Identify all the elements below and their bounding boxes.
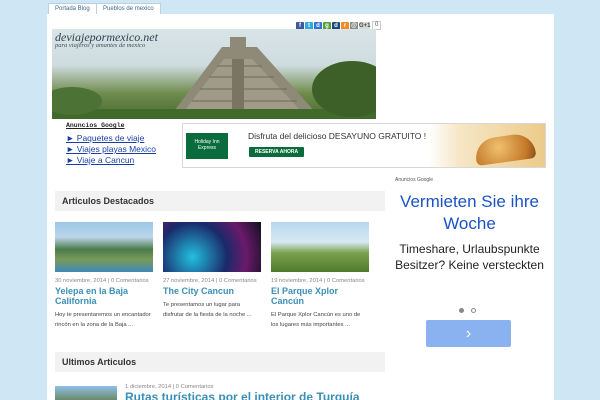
post-excerpt: El Parque Xplor Cancún es uno de los lug… bbox=[271, 311, 361, 328]
reserve-button[interactable]: RESERVA AHORA bbox=[249, 147, 305, 157]
ad-link-viaje-cancun[interactable]: ► Viaje a Cancun bbox=[66, 155, 176, 166]
header-banner[interactable]: deviajepormexico.net para viajeros y ama… bbox=[52, 29, 376, 119]
banner-ad[interactable]: Holiday Inn Express Disfruta del delicio… bbox=[182, 123, 546, 168]
post-thumbnail[interactable] bbox=[55, 222, 153, 272]
featured-card[interactable]: 27 noviembre, 2014 | 0 Comentarios The C… bbox=[163, 222, 261, 320]
post-title[interactable]: Rutas turísticas por el interior de Turq… bbox=[125, 390, 360, 400]
ad-label: Anuncios Google bbox=[395, 177, 434, 183]
carousel-dot-active[interactable] bbox=[459, 308, 464, 313]
next-button[interactable]: › bbox=[426, 320, 511, 347]
sidebar-ad-body: Timeshare, Urlaubspunkte Besitzer? Keine… bbox=[395, 242, 544, 272]
latest-post[interactable]: 1 diciembre, 2014 | 0 Comentarios Rutas … bbox=[55, 384, 385, 400]
post-title[interactable]: El Parque Xplor Cancún bbox=[271, 286, 369, 306]
post-excerpt: Te presentamos un lugar para disfrutar d… bbox=[163, 301, 252, 318]
post-thumbnail[interactable] bbox=[163, 222, 261, 272]
featured-card[interactable]: 19 noviembre, 2014 | 0 Comentarios El Pa… bbox=[271, 222, 369, 330]
post-title[interactable]: Yelepa en la Baja California bbox=[55, 286, 153, 306]
ad-links: Anuncios Google ► Paquetes de viaje ► Vi… bbox=[66, 122, 176, 166]
sidebar-ad-headline[interactable]: Vermieten Sie ihre Woche bbox=[391, 191, 548, 235]
sidebar-ad[interactable]: Anuncios Google Vermieten Sie ihre Woche… bbox=[391, 174, 548, 400]
post-meta: 27 noviembre, 2014 | 0 Comentarios bbox=[163, 278, 257, 284]
banner-ad-headline: Disfruta del delicioso DESAYUNO GRATUITO… bbox=[248, 131, 427, 141]
croissant-image bbox=[473, 131, 537, 167]
hotel-logo: Holiday Inn Express bbox=[186, 133, 228, 159]
latest-section-title: Ultimos Articulos bbox=[55, 352, 385, 372]
post-thumbnail[interactable] bbox=[271, 222, 369, 272]
carousel-dots bbox=[459, 308, 476, 313]
featured-section-title: Articulos Destacados bbox=[55, 191, 385, 211]
post-thumbnail[interactable] bbox=[55, 386, 117, 400]
ad-links-header: Anuncios Google bbox=[66, 122, 125, 129]
post-meta: 19 noviembre, 2014 | 0 Comentarios bbox=[271, 278, 365, 284]
site-subtitle: para viajeros y amantes de mexico bbox=[55, 42, 146, 49]
ad-link-paquetes[interactable]: ► Paquetes de viaje bbox=[66, 133, 176, 144]
post-meta: 30 noviembre, 2014 | 0 Comentarios bbox=[55, 278, 149, 284]
post-title[interactable]: The City Cancun bbox=[163, 286, 261, 296]
ad-link-viajes-playas[interactable]: ► Viajes playas Mexico bbox=[66, 144, 176, 155]
carousel-dot[interactable] bbox=[471, 308, 476, 313]
featured-card[interactable]: 30 noviembre, 2014 | 0 Comentarios Yelep… bbox=[55, 222, 153, 330]
post-excerpt: Hoy te presentaremos un encantador rincó… bbox=[55, 311, 151, 328]
